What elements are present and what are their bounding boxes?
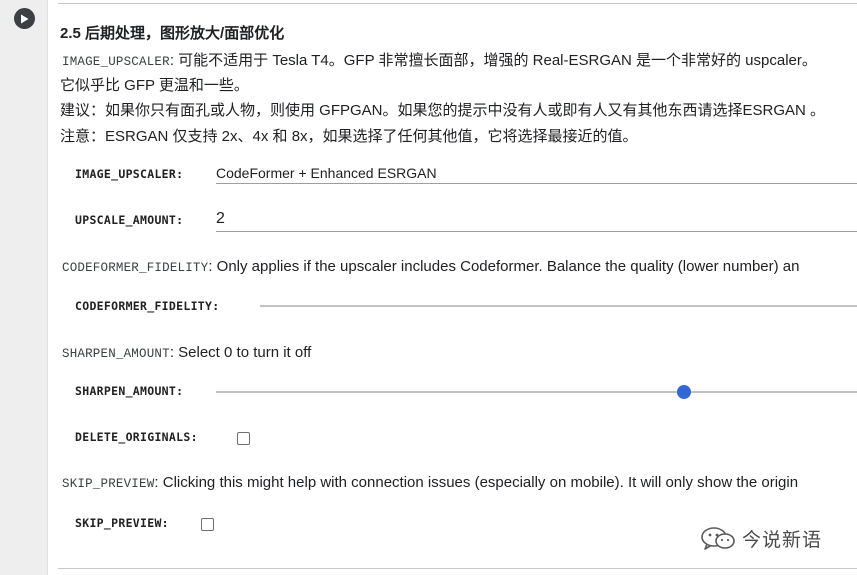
codeformer-note: CODEFORMER_FIDELITY: Only applies if the… — [62, 258, 799, 276]
cell-bottom-divider — [58, 568, 857, 569]
image-upscaler-label: IMAGE_UPSCALER: — [75, 167, 184, 181]
form-cell: 2.5 后期处理，图形放大/面部优化 IMAGE_UPSCALER: 可能不适用… — [60, 0, 857, 575]
section-title: 2.5 后期处理，图形放大/面部优化 — [60, 25, 285, 42]
wechat-icon — [701, 526, 735, 550]
skip-preview-note-text: : Clicking this might help with connecti… — [154, 474, 799, 491]
intro-text-1: : 可能不适用于 Tesla T4。GFP 非常擅长面部，增强的 Real-ES… — [169, 52, 817, 69]
codeformer-note-text: : Only applies if the upscaler includes … — [208, 258, 800, 275]
watermark-text: 今说新语 — [742, 530, 823, 551]
sharpen-note-code: SHARPEN_AMOUNT — [62, 347, 170, 361]
play-icon — [21, 14, 29, 23]
skip-preview-note: SKIP_PREVIEW: Clicking this might help w… — [62, 474, 798, 492]
intro-code: IMAGE_UPSCALER — [62, 55, 170, 69]
upscale-amount-input[interactable] — [216, 209, 857, 232]
delete-originals-label: DELETE_ORIGINALS: — [75, 430, 198, 444]
skip-preview-label: SKIP_PREVIEW: — [75, 516, 169, 530]
sharpen-amount-slider-thumb[interactable] — [676, 385, 691, 399]
delete-originals-checkbox[interactable] — [237, 432, 250, 445]
watermark: 今说新语 — [700, 525, 822, 552]
sharpen-amount-label: SHARPEN_AMOUNT: — [75, 384, 184, 398]
sharpen-amount-slider[interactable] — [216, 391, 857, 393]
image-upscaler-input[interactable] — [216, 164, 857, 184]
upscale-amount-label: UPSCALE_AMOUNT: — [75, 213, 184, 227]
intro-line-3: 建议：如果你只有面孔或人物，则使用 GFPGAN。如果您的提示中没有人或即有人又… — [60, 102, 826, 119]
run-cell-button[interactable] — [14, 8, 35, 29]
codeformer-fidelity-slider[interactable] — [260, 305, 857, 307]
sharpen-note: SHARPEN_AMOUNT: Select 0 to turn it off — [62, 344, 311, 362]
cell-gutter — [0, 0, 48, 575]
codeformer-note-code: CODEFORMER_FIDELITY — [62, 261, 209, 275]
sharpen-note-text: : Select 0 to turn it off — [169, 344, 312, 361]
intro-line-4: 注意：ESRGAN 仅支持 2x、4x 和 8x，如果选择了任何其他值，它将选择… — [60, 128, 638, 145]
codeformer-fidelity-label: CODEFORMER_FIDELITY: — [75, 299, 220, 313]
skip-preview-checkbox[interactable] — [201, 518, 214, 531]
intro-line-2: 它似乎比 GFP 更温和一些。 — [60, 77, 249, 94]
intro-line-1: IMAGE_UPSCALER: 可能不适用于 Tesla T4。GFP 非常擅长… — [62, 49, 817, 70]
skip-preview-note-code: SKIP_PREVIEW — [62, 477, 155, 491]
